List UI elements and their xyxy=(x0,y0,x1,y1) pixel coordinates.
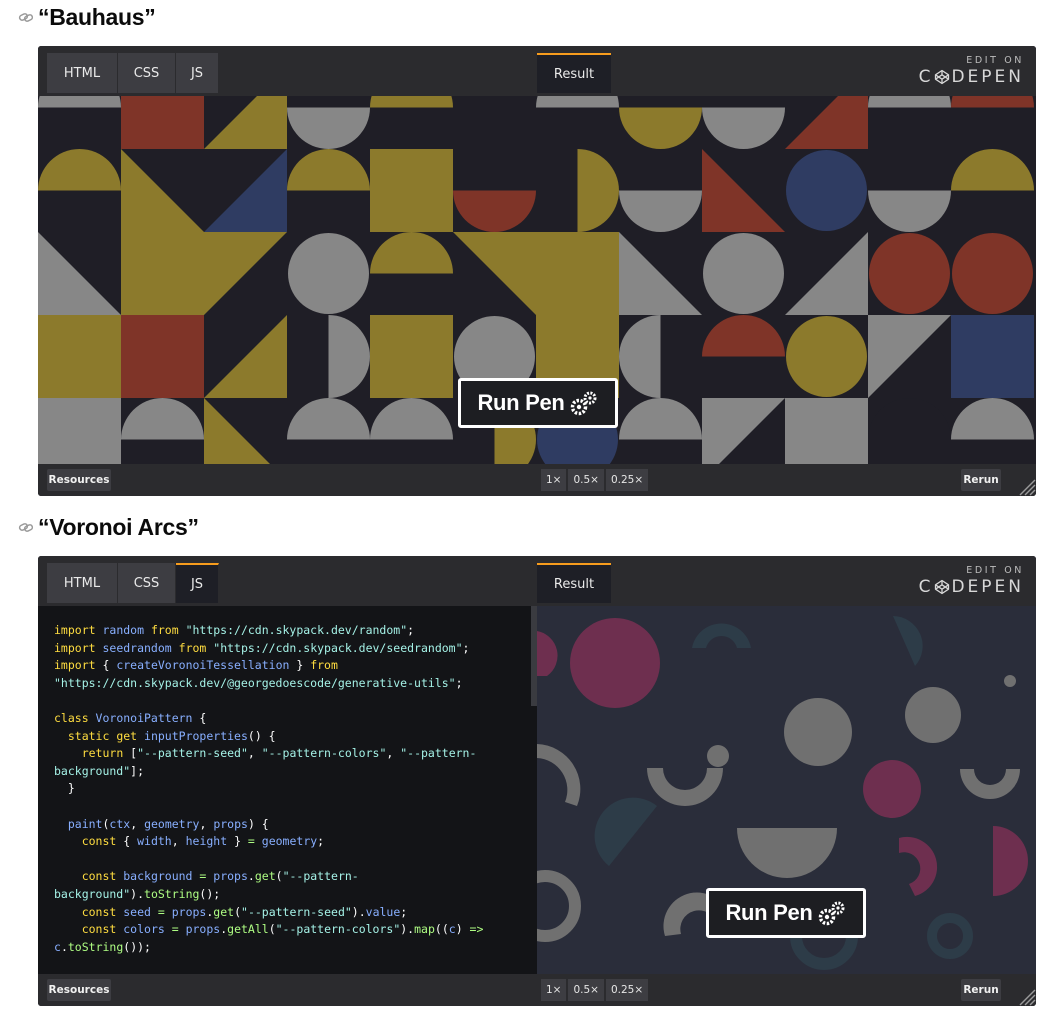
codepen-embed-voronoi: import random from "https://cdn.skypack.… xyxy=(38,556,1036,1006)
editor-toolbar: HTML CSS JS Result EDIT ON C DEPEN xyxy=(38,556,1036,606)
resize-handle-icon[interactable] xyxy=(1014,984,1036,1006)
tab-html[interactable]: HTML xyxy=(47,563,118,603)
resize-handle-icon[interactable] xyxy=(1014,474,1036,496)
link-icon[interactable] xyxy=(18,8,36,26)
codepen-embed-bauhaus: Run Pen HTML CSS JS Result EDIT ON C DEP… xyxy=(38,46,1036,496)
resources-button[interactable]: Resources xyxy=(47,979,111,1001)
edit-on-label: EDIT ON xyxy=(966,565,1024,576)
pen-title: “Voronoi Arcs” xyxy=(38,513,199,540)
zoom-1x-button[interactable]: 1× xyxy=(541,979,567,1001)
tab-html[interactable]: HTML xyxy=(47,53,118,93)
embed-footer: Resources 1× 0.5× 0.25× Rerun xyxy=(38,974,1036,1006)
run-pen-button[interactable]: Run Pen xyxy=(706,888,866,938)
result-preview[interactable]: Run Pen xyxy=(38,96,1036,464)
rerun-button[interactable]: Rerun xyxy=(961,979,1001,1001)
editor-and-result: import random from "https://cdn.skypack.… xyxy=(38,606,1036,974)
pen-title: “Bauhaus” xyxy=(38,3,156,30)
zoom-1x-button[interactable]: 1× xyxy=(541,469,567,491)
gears-icon xyxy=(570,391,597,416)
tab-css[interactable]: CSS xyxy=(118,563,176,603)
zoom-controls: 1× 0.5× 0.25× xyxy=(541,979,650,1001)
rerun-button[interactable]: Rerun xyxy=(961,469,1001,491)
embed-footer: Resources 1× 0.5× 0.25× Rerun xyxy=(38,464,1036,496)
tab-result[interactable]: Result xyxy=(537,53,611,93)
js-code-editor[interactable]: import random from "https://cdn.skypack.… xyxy=(38,606,537,974)
edit-on-label: EDIT ON xyxy=(966,55,1024,66)
zoom-0-5x-button[interactable]: 0.5× xyxy=(568,979,604,1001)
codepen-wordmark: C DEPEN xyxy=(918,577,1024,597)
edit-on-codepen-link[interactable]: EDIT ON C DEPEN xyxy=(919,55,1024,87)
pen-heading-voronoi: “Voronoi Arcs” xyxy=(18,512,199,542)
run-pen-button[interactable]: Run Pen xyxy=(458,378,618,428)
result-preview[interactable]: Run Pen xyxy=(537,606,1036,974)
edit-on-codepen-link[interactable]: EDIT ON C DEPEN xyxy=(919,565,1024,597)
code-block: import random from "https://cdn.skypack.… xyxy=(54,623,484,954)
codepen-wordmark: C DEPEN xyxy=(918,67,1024,87)
editor-tabs: HTML CSS JS xyxy=(47,563,219,603)
resources-button[interactable]: Resources xyxy=(47,469,111,491)
zoom-0-5x-button[interactable]: 0.5× xyxy=(568,469,604,491)
pen-heading-bauhaus: “Bauhaus” xyxy=(18,2,156,32)
tab-css[interactable]: CSS xyxy=(118,53,176,93)
zoom-0-25x-button[interactable]: 0.25× xyxy=(605,979,649,1001)
tab-js[interactable]: JS xyxy=(176,563,219,603)
gears-icon xyxy=(818,901,845,926)
editor-toolbar: HTML CSS JS Result EDIT ON C DEPEN xyxy=(38,46,1036,96)
editor-tabs: HTML CSS JS xyxy=(47,53,219,93)
zoom-controls: 1× 0.5× 0.25× xyxy=(541,469,650,491)
codepen-icon xyxy=(935,69,950,85)
link-icon[interactable] xyxy=(18,518,36,536)
codepen-icon xyxy=(935,579,950,595)
tab-result[interactable]: Result xyxy=(537,563,611,603)
zoom-0-25x-button[interactable]: 0.25× xyxy=(605,469,649,491)
tab-js[interactable]: JS xyxy=(176,53,219,93)
